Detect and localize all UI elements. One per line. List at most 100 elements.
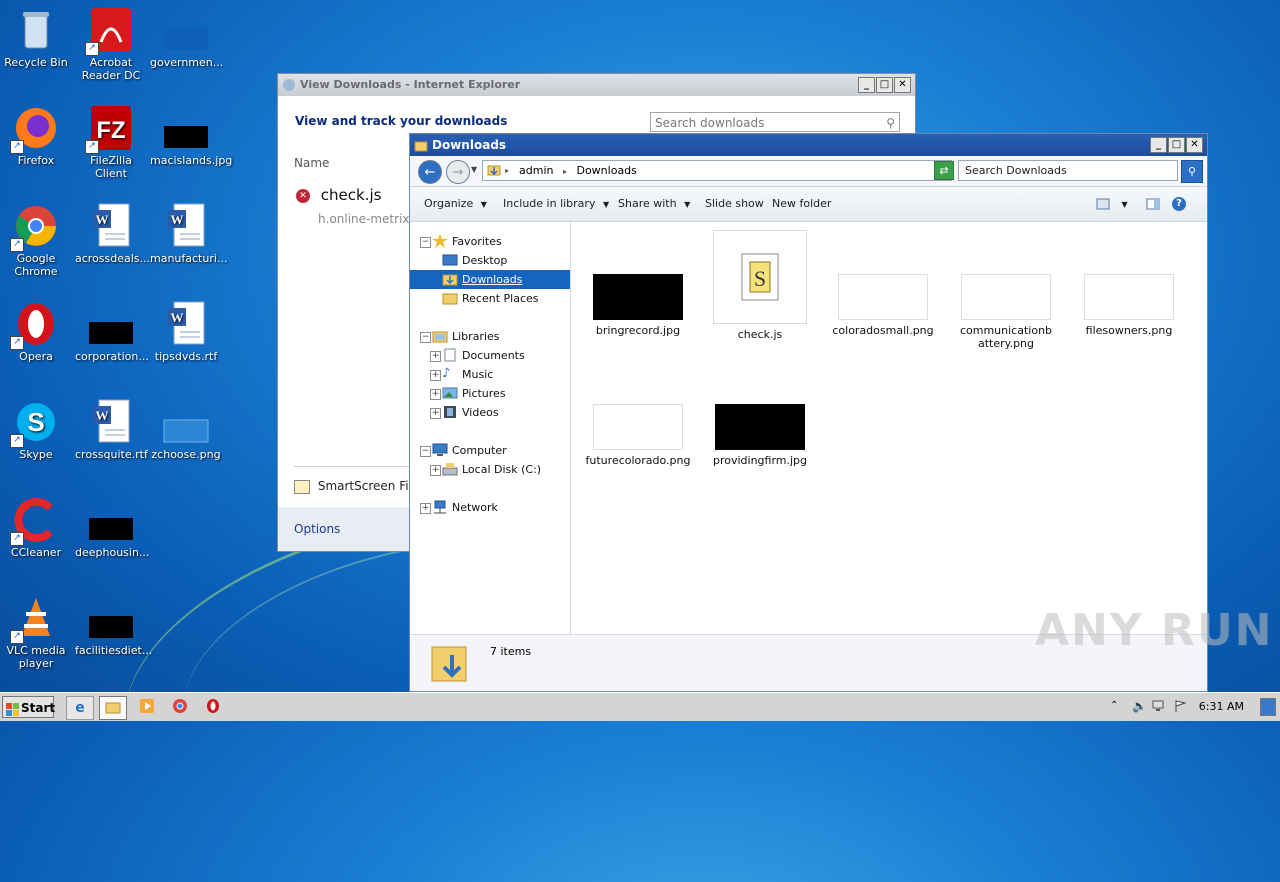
taskbar-explorer-button[interactable]	[99, 696, 127, 720]
explorer-search-input[interactable]: Search Downloads	[958, 160, 1178, 181]
show-desktop-button[interactable]	[1260, 698, 1276, 716]
collapse-icon[interactable]: −	[420, 446, 431, 457]
desktop-icon-macislands[interactable]: macislands.jpg	[150, 104, 232, 167]
file-item[interactable]: futurecolorado.png	[583, 404, 693, 467]
desktop-icon-crossquite[interactable]: W crossquite.rtf	[75, 398, 148, 461]
desktop-icon-governmen[interactable]: governmen...	[150, 6, 223, 69]
refresh-button[interactable]: ⇄	[934, 161, 954, 180]
nav-videos[interactable]: + Videos	[410, 403, 570, 422]
desktop-icon-corporation[interactable]: corporation...	[75, 300, 149, 363]
file-item[interactable]: filesowners.png	[1074, 274, 1184, 337]
new-folder-button[interactable]: New folder	[772, 187, 831, 221]
ie-column-name[interactable]: Name	[294, 156, 329, 170]
chevron-down-icon: ▼	[602, 200, 610, 209]
start-button[interactable]: Start	[2, 696, 55, 718]
file-item[interactable]: providingfirm.jpg	[705, 404, 815, 467]
include-in-library-menu[interactable]: Include in library ▼	[503, 187, 609, 222]
pictures-icon	[442, 386, 458, 400]
taskbar-media-player-button[interactable]	[134, 696, 160, 718]
show-hidden-icons-button[interactable]: ⌃	[1110, 700, 1118, 711]
explorer-search-button[interactable]: ⚲	[1181, 160, 1203, 183]
file-name: filesowners.png	[1085, 324, 1173, 337]
file-item[interactable]: S check.js	[705, 230, 815, 341]
preview-pane-button[interactable]	[1146, 187, 1160, 221]
taskbar-opera-button[interactable]	[200, 696, 226, 718]
network-tray-icon[interactable]	[1152, 700, 1166, 715]
nav-desktop[interactable]: Desktop	[410, 251, 570, 270]
share-with-menu[interactable]: Share with ▼	[618, 187, 690, 222]
taskbar-clock[interactable]: 6:31 AM	[1199, 693, 1244, 721]
expand-icon[interactable]: +	[430, 370, 441, 381]
address-breadcrumb[interactable]: ▸ admin ▸ Downloads ▼	[482, 160, 952, 181]
desktop-icon-vlc[interactable]: ↗ VLC media player	[0, 594, 72, 670]
desktop-icon-acrobat[interactable]: ↗ Acrobat Reader DC	[75, 6, 147, 82]
taskbar-chrome-button[interactable]	[167, 696, 193, 718]
search-icon: ⚲	[886, 116, 895, 130]
file-item[interactable]: coloradosmall.png	[828, 274, 938, 337]
ie-search-downloads-input[interactable]: Search downloads ⚲	[650, 112, 900, 132]
forward-button[interactable]: →	[446, 160, 470, 184]
expand-icon[interactable]: +	[430, 465, 441, 476]
nav-computer[interactable]: − Computer	[410, 441, 570, 460]
desktop-icon-opera[interactable]: ↗ Opera	[0, 300, 72, 363]
file-item[interactable]: communicationbattery.png	[951, 274, 1061, 350]
change-view-button[interactable]: ▼	[1096, 187, 1128, 222]
desktop-icon-tipsdvds[interactable]: W tipsdvds.rtf	[150, 300, 222, 363]
nav-documents[interactable]: + Documents	[410, 346, 570, 365]
ie-download-item[interactable]: ✕ check.js	[296, 186, 381, 204]
breadcrumb-chevron-icon: ▸	[505, 166, 510, 175]
expand-icon[interactable]: +	[420, 503, 431, 514]
expand-icon[interactable]: +	[430, 408, 441, 419]
maximize-button[interactable]: □	[1168, 137, 1185, 153]
minimize-button[interactable]: _	[1150, 137, 1167, 153]
desktop-icon-firefox[interactable]: ↗ Firefox	[0, 104, 72, 167]
ie-titlebar[interactable]: View Downloads - Internet Explorer _ □ ✕	[278, 74, 915, 96]
nav-local-disk[interactable]: + Local Disk (C:)	[410, 460, 570, 479]
desktop-icon-filezilla[interactable]: FZ ↗ FileZilla Client	[75, 104, 147, 180]
nav-music[interactable]: + ♪ Music	[410, 365, 570, 384]
organize-menu[interactable]: Organize ▼	[424, 187, 487, 222]
minimize-button[interactable]: _	[858, 77, 875, 93]
local-disk-icon	[442, 462, 458, 476]
nav-libraries[interactable]: − Libraries	[410, 327, 570, 346]
search-icon: ⚲	[1187, 165, 1197, 178]
desktop-icon-ccleaner[interactable]: ↗ CCleaner	[0, 496, 72, 559]
desktop-icon-label: deephousin...	[75, 546, 150, 559]
desktop-icon-acrossdeals[interactable]: W acrossdeals...	[75, 202, 150, 265]
nav-network[interactable]: + Network	[410, 498, 570, 517]
recent-pages-dropdown-icon[interactable]: ▼	[471, 165, 477, 174]
nav-downloads[interactable]: Downloads	[410, 270, 570, 289]
desktop-icon-label: Opera	[19, 350, 53, 363]
action-center-flag-icon[interactable]	[1174, 700, 1187, 715]
help-icon: ?	[1172, 197, 1186, 211]
collapse-icon[interactable]: −	[420, 332, 431, 343]
desktop-icon-chrome[interactable]: ↗ Google Chrome	[0, 202, 72, 278]
desktop-icon-zchoose[interactable]: zchoose.png	[150, 398, 222, 461]
expand-icon[interactable]: +	[430, 351, 441, 362]
nav-recent-label: Recent Places	[462, 292, 539, 305]
nav-favorites[interactable]: − Favorites	[410, 232, 570, 251]
system-tray: ⌃ 🔈 6:31 AM	[1100, 693, 1280, 721]
close-button[interactable]: ✕	[894, 77, 911, 93]
slide-show-button[interactable]: Slide show	[705, 187, 764, 221]
maximize-button[interactable]: □	[876, 77, 893, 93]
file-item[interactable]: bringrecord.jpg	[583, 274, 693, 337]
desktop-icon-deephousin[interactable]: deephousin...	[75, 496, 150, 559]
desktop-icon-recycle-bin[interactable]: Recycle Bin	[0, 6, 72, 69]
breadcrumb-admin[interactable]: admin	[519, 164, 553, 177]
close-button[interactable]: ✕	[1186, 137, 1203, 153]
desktop-icon-skype[interactable]: S ↗ Skype	[0, 398, 72, 461]
desktop-icon-facilitiesdiet[interactable]: facilitiesdiet...	[75, 594, 152, 657]
back-button[interactable]: ←	[418, 160, 442, 184]
collapse-icon[interactable]: −	[420, 237, 431, 248]
breadcrumb-downloads[interactable]: Downloads	[576, 164, 636, 177]
help-button[interactable]: ?	[1172, 187, 1186, 221]
taskbar-ie-button[interactable]: e	[66, 696, 94, 720]
nav-pictures[interactable]: + Pictures	[410, 384, 570, 403]
file-list: bringrecord.jpg S check.js coloradosmall…	[571, 222, 1207, 634]
explorer-titlebar[interactable]: Downloads _ □ ✕	[410, 134, 1207, 156]
volume-icon[interactable]: 🔈	[1132, 699, 1147, 713]
expand-icon[interactable]: +	[430, 389, 441, 400]
desktop-icon-manufacturi[interactable]: W manufacturi...	[150, 202, 227, 265]
nav-recent-places[interactable]: Recent Places	[410, 289, 570, 308]
